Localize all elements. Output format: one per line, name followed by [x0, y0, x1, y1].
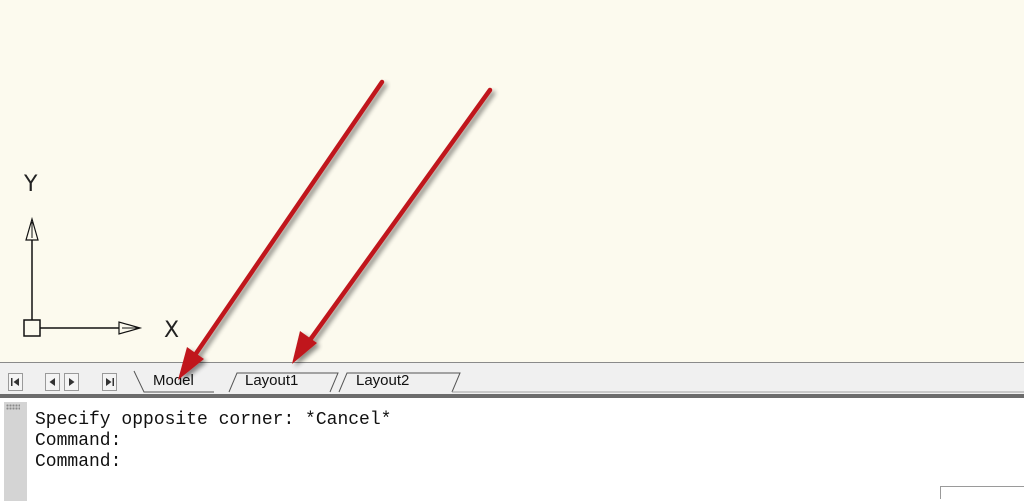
ucs-x-label: X	[164, 318, 180, 343]
tab-layout2[interactable]: Layout2	[356, 372, 409, 389]
command-history-line: Specify opposite corner: *Cancel*	[35, 410, 392, 430]
command-history: Specify opposite corner: *Cancel* Command…	[35, 410, 391, 473]
command-line-panel: Specify opposite corner: *Cancel* Command…	[0, 394, 1024, 501]
ucs-y-label: Y	[24, 172, 38, 197]
layout-tab-bar: Model Layout1 Layout2	[0, 362, 1024, 395]
tab-model[interactable]: Model	[153, 372, 194, 389]
tab-layout1[interactable]: Layout1	[245, 372, 298, 389]
command-history-line: Command:	[35, 452, 122, 472]
panel-grip-handle[interactable]	[4, 402, 27, 501]
command-history-line: Command:	[35, 431, 122, 451]
ucs-axes-icon	[23, 216, 143, 337]
drawing-canvas[interactable]: Y X	[0, 0, 1024, 362]
